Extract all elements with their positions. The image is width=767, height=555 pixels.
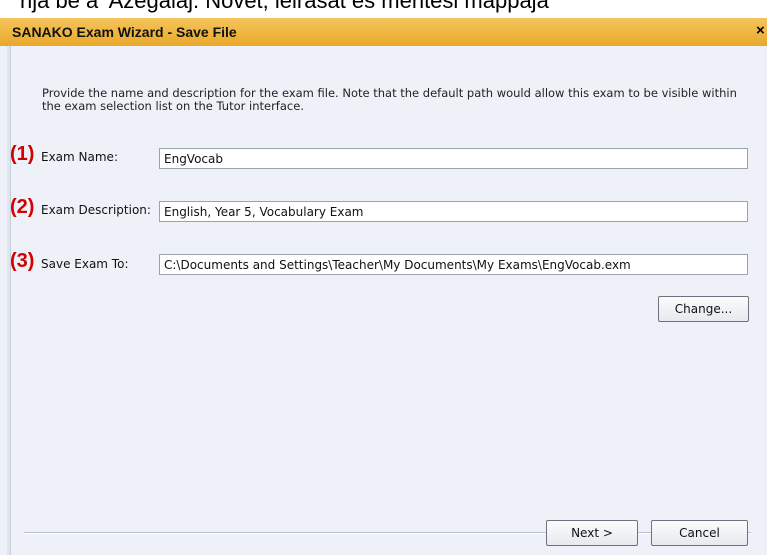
step-marker-3: (3)	[10, 250, 35, 272]
close-icon[interactable]: ×	[756, 22, 765, 39]
background-caption: rija be a 'Azegalaj. Novet, leirasat es …	[20, 0, 549, 13]
wizard-body	[0, 46, 767, 555]
window-title: SANAKO Exam Wizard - Save File	[12, 24, 237, 40]
step-marker-1: (1)	[10, 143, 35, 165]
save-path-field[interactable]: C:\Documents and Settings\Teacher\My Doc…	[159, 254, 748, 275]
title-bar[interactable]: SANAKO Exam Wizard - Save File ×	[0, 18, 767, 47]
next-button[interactable]: Next >	[546, 520, 638, 546]
intro-text: Provide the name and description for the…	[42, 86, 737, 113]
cancel-button[interactable]: Cancel	[651, 520, 748, 546]
save-exam-to-label: Save Exam To:	[41, 257, 129, 271]
exam-name-field[interactable]: EngVocab	[159, 148, 748, 169]
step-marker-2: (2)	[10, 196, 35, 218]
exam-description-label: Exam Description:	[41, 203, 151, 217]
exam-name-label: Exam Name:	[41, 150, 118, 164]
exam-description-field[interactable]: English, Year 5, Vocabulary Exam	[159, 201, 748, 222]
change-button[interactable]: Change...	[658, 296, 749, 322]
left-border	[7, 46, 11, 555]
footer-divider	[24, 532, 751, 534]
